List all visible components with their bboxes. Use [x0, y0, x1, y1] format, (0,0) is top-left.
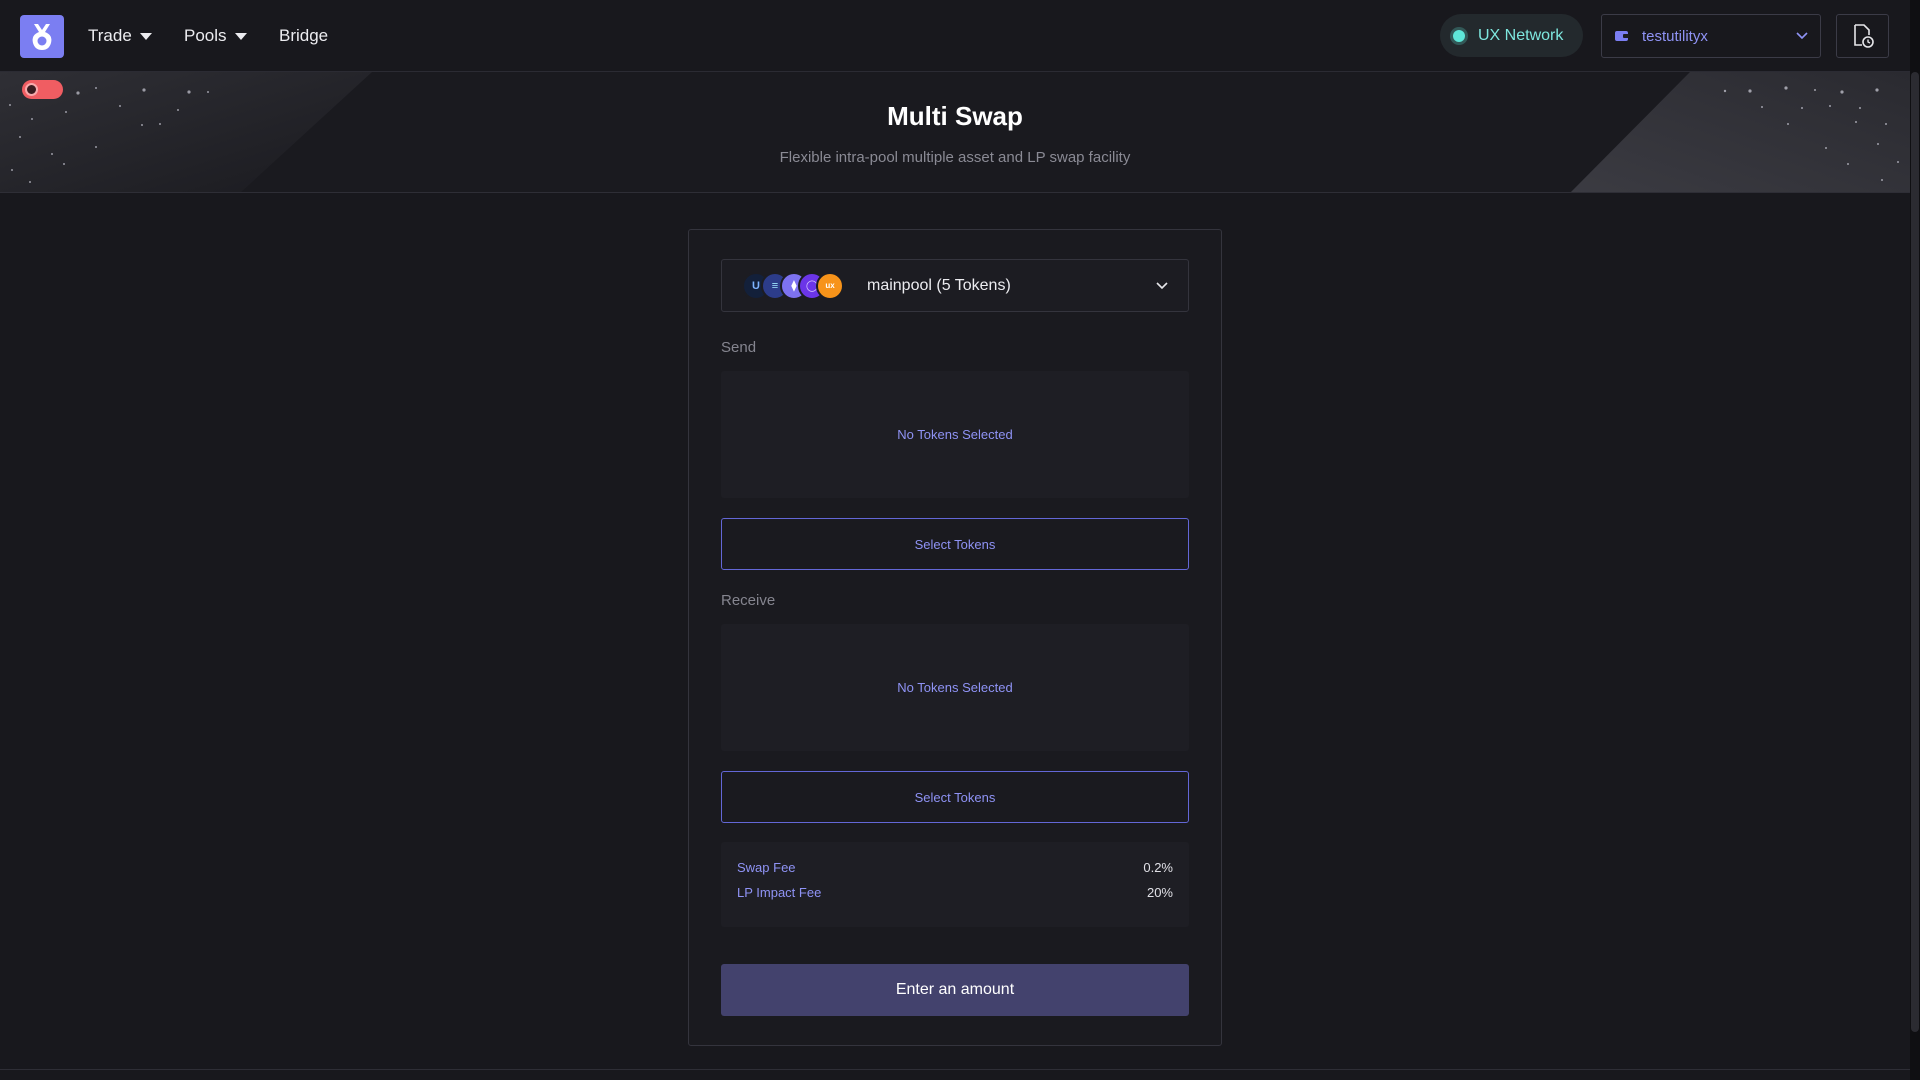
account-selector[interactable]: testutilityx — [1601, 14, 1821, 58]
nav-pools[interactable]: Pools — [184, 26, 247, 46]
network-selector[interactable]: UX Network — [1440, 14, 1583, 57]
send-token-list: No Tokens Selected — [721, 371, 1189, 498]
page-title: Multi Swap — [887, 101, 1023, 131]
fee-value: 0.2% — [1143, 860, 1173, 875]
document-clock-icon — [1853, 24, 1874, 48]
enter-amount-button[interactable]: Enter an amount — [721, 964, 1189, 1016]
account-name: testutilityx — [1642, 27, 1708, 45]
fee-row-swap: Swap Fee 0.2% — [737, 860, 1173, 885]
token-icon-ux: ux — [816, 271, 844, 300]
nav-pools-label: Pools — [184, 26, 227, 45]
multi-swap-card: U ≡ ⧫ ◯ ux mainpool (5 Tokens) Send No T… — [688, 229, 1222, 1046]
send-empty-text: No Tokens Selected — [897, 427, 1013, 442]
app-logo[interactable] — [20, 15, 64, 58]
history-button[interactable] — [1836, 14, 1889, 58]
page-header: Multi Swap Flexible intra-pool multiple … — [0, 72, 1910, 193]
fee-row-lp-impact: LP Impact Fee 20% — [737, 885, 1173, 910]
logo-icon — [32, 23, 52, 50]
nav-bridge-label: Bridge — [279, 26, 329, 45]
wallet-icon — [1615, 31, 1629, 41]
chevron-down-icon — [139, 32, 152, 40]
footer-divider — [0, 1069, 1910, 1070]
enter-amount-label: Enter an amount — [895, 981, 1015, 998]
receive-token-list: No Tokens Selected — [721, 624, 1189, 751]
top-nav: Trade Pools Bridge UX Network testutilit… — [0, 0, 1910, 72]
receive-empty-text: No Tokens Selected — [897, 680, 1013, 695]
nav-bridge[interactable]: Bridge — [279, 26, 328, 46]
send-select-tokens-button[interactable]: Select Tokens — [721, 518, 1189, 570]
nav-trade[interactable]: Trade — [88, 26, 152, 46]
receive-select-tokens-button[interactable]: Select Tokens — [721, 771, 1189, 823]
pool-label: mainpool (5 Tokens) — [867, 276, 1011, 294]
scrollbar-thumb[interactable] — [1911, 72, 1919, 1032]
fee-summary: Swap Fee 0.2% LP Impact Fee 20% — [721, 842, 1189, 927]
chevron-down-icon — [1156, 281, 1168, 289]
fee-value: 20% — [1146, 885, 1173, 900]
receive-select-tokens-label: Select Tokens — [914, 789, 996, 805]
pool-token-icons: U ≡ ⧫ ◯ ux — [742, 271, 847, 301]
fee-label: LP Impact Fee — [737, 885, 822, 900]
send-select-tokens-label: Select Tokens — [914, 536, 996, 552]
fee-label: Swap Fee — [737, 860, 796, 875]
theme-toggle[interactable] — [22, 80, 63, 99]
network-status-dot — [1453, 29, 1465, 42]
decorative-stars-right — [1570, 72, 1910, 192]
toggle-knob — [25, 83, 38, 96]
nav-trade-label: Trade — [88, 26, 132, 45]
pool-selector[interactable]: U ≡ ⧫ ◯ ux mainpool (5 Tokens) — [721, 259, 1189, 312]
chevron-down-icon — [234, 32, 247, 40]
chevron-down-icon — [1796, 32, 1808, 40]
receive-label: Receive — [721, 592, 776, 609]
send-label: Send — [721, 339, 757, 356]
network-label: UX Network — [1478, 26, 1564, 44]
page-subtitle: Flexible intra-pool multiple asset and L… — [779, 149, 1131, 166]
